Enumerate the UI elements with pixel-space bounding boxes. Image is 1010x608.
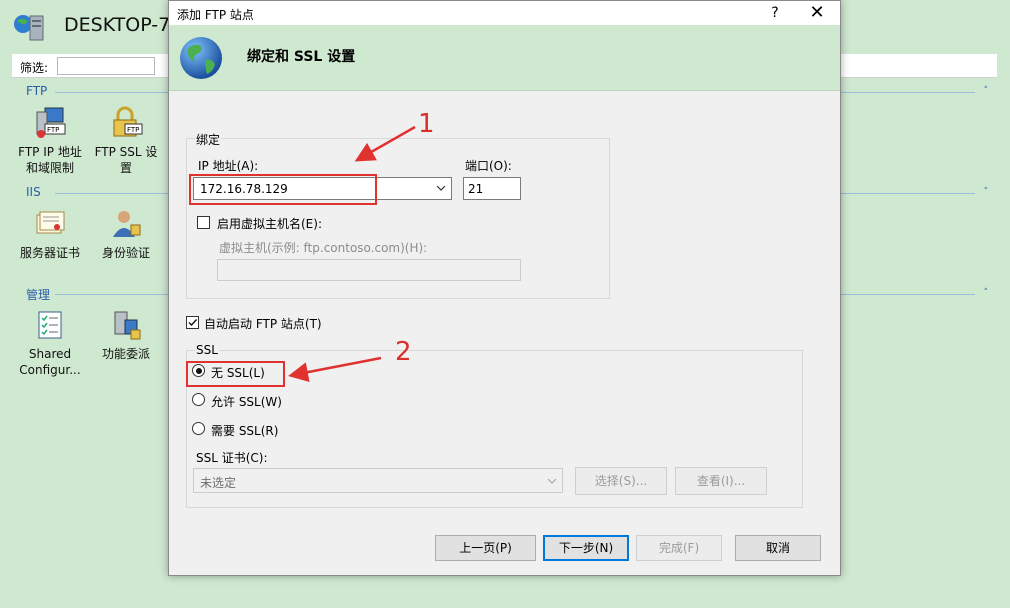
add-ftp-site-dialog: 添加 FTP 站点 ? ✕ 绑定和 SSL 设置 绑定 IP 地址(A): 17… [168,0,841,576]
feature-label: 身份验证 [101,246,150,260]
group-iis: IIS [26,185,41,199]
previous-button[interactable]: 上一页(P) [435,535,536,561]
ssl-legend: SSL [195,343,219,357]
feature-label: FTP IP 地址 [18,145,82,159]
annotation-number-1: 1 [418,109,435,139]
cancel-button[interactable]: 取消 [735,535,821,561]
ftp-ssl-lock-icon: FTP [113,106,143,137]
auto-start-label: 自动启动 FTP 站点(T) [204,317,322,331]
svg-text:FTP: FTP [127,126,139,134]
feature-server-certificates[interactable]: 服务器证书 [10,207,90,261]
chevron-down-icon [436,185,446,191]
filter-input[interactable] [57,57,155,75]
close-button[interactable]: ✕ [805,2,829,24]
port-input[interactable]: 21 [463,177,521,200]
server-icon [14,15,44,41]
svg-text:FTP: FTP [47,126,59,134]
ip-highlight-box [189,174,377,205]
filter-label: 筛选: [20,61,49,75]
require-ssl-label: 需要 SSL(R) [211,424,279,438]
port-label: 端口(O): [465,159,512,173]
ip-address-label: IP 地址(A): [198,159,259,173]
view-cert-button[interactable]: 查看(I)... [675,467,767,495]
virtual-host-input[interactable] [217,259,521,281]
dialog-banner: 绑定和 SSL 设置 [169,25,840,91]
allow-ssl-radio[interactable] [192,393,205,406]
allow-ssl-label: 允许 SSL(W) [211,395,282,409]
server-title: DESKTOP-74 [64,14,183,36]
collapse-icon[interactable]: ˄ [984,86,989,96]
no-ssl-highlight-box [186,361,285,387]
annotation-number-2: 2 [395,337,412,367]
collapse-icon[interactable]: ˄ [984,288,989,298]
feature-label: FTP SSL 设 [94,145,158,159]
dialog-titlebar: 添加 FTP 站点 ? ✕ [169,1,840,25]
help-button[interactable]: ? [765,3,785,23]
ftp-ip-restriction-icon: FTP [36,107,66,138]
feature-label: 功能委派 [101,347,150,361]
group-management: 管理 [26,288,51,302]
feature-authentication[interactable]: 身份验证 [86,207,166,261]
checkmark-icon [188,319,198,327]
feature-label: 和域限制 [25,161,74,175]
user-auth-icon [113,211,141,237]
next-button[interactable]: 下一步(N) [543,535,629,561]
feature-delegation[interactable]: 功能委派 [86,308,166,362]
certificate-icon [36,211,65,234]
ssl-cert-label: SSL 证书(C): [196,451,268,465]
feature-label: 服务器证书 [19,246,80,260]
finish-button[interactable]: 完成(F) [636,535,722,561]
virtual-host-check-label: 启用虚拟主机名(E): [217,217,322,231]
auto-start-checkbox[interactable] [186,316,199,329]
require-ssl-radio[interactable] [192,422,205,435]
delegation-icon [114,311,141,340]
feature-label: Configur... [19,363,81,377]
banner-title: 绑定和 SSL 设置 [247,49,356,65]
ssl-cert-value: 未选定 [200,476,237,490]
binding-legend: 绑定 [195,131,222,148]
feature-ftp-ip-restrictions[interactable]: FTP FTP IP 地址 和域限制 [10,106,90,176]
ssl-cert-combobox[interactable]: 未选定 [193,468,563,493]
feature-label: 置 [119,161,132,175]
dialog-title: 添加 FTP 站点 [177,8,254,22]
select-cert-button[interactable]: 选择(S)... [575,467,667,495]
globe-icon [180,37,222,79]
feature-shared-configuration[interactable]: Shared Configur... [10,308,90,378]
chevron-down-icon [547,478,557,484]
port-value: 21 [468,182,484,196]
feature-ftp-ssl[interactable]: FTP FTP SSL 设 置 [86,106,166,176]
virtual-host-label: 虚拟主机(示例: ftp.contoso.com)(H): [219,241,428,255]
feature-label: Shared [28,347,72,361]
group-ftp: FTP [26,84,48,98]
collapse-icon[interactable]: ˄ [984,187,989,197]
virtual-host-checkbox[interactable] [197,216,210,229]
shared-config-icon [38,311,62,339]
